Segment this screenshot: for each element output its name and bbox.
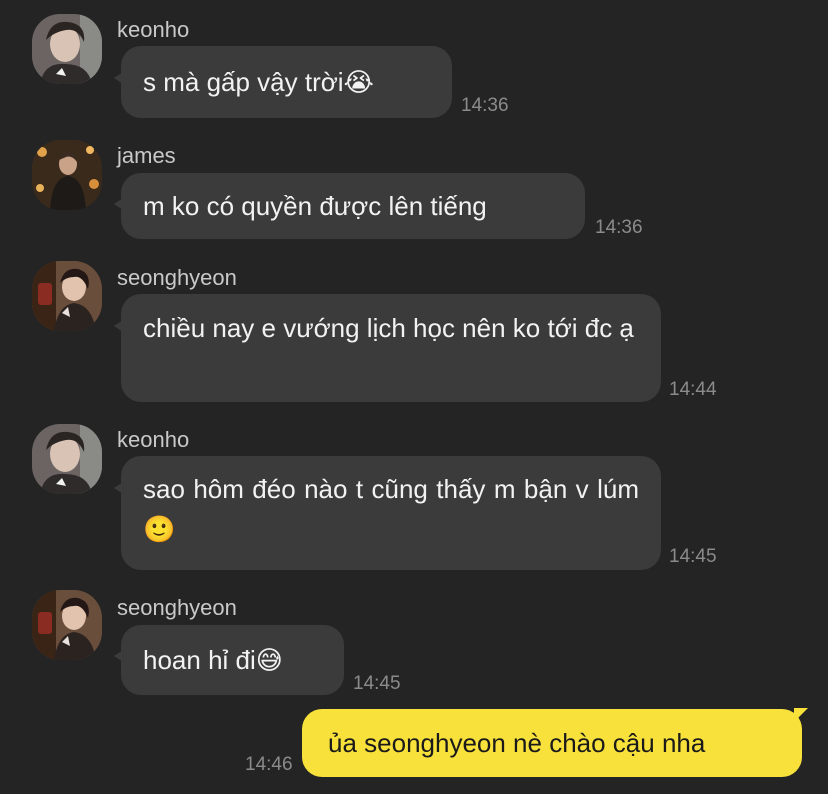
avatar-keonho[interactable]: [32, 14, 102, 84]
message-time: 14:44: [669, 379, 717, 400]
sender-name: seonghyeon: [117, 265, 237, 290]
my-message-bubble[interactable]: ủa seonghyeon nè chào cậu nha: [302, 709, 802, 777]
sender-name: james: [117, 143, 176, 168]
avatar-keonho[interactable]: [32, 424, 102, 494]
message-bubble[interactable]: s mà gấp vậy trời😭: [121, 46, 452, 118]
message-bubble[interactable]: sao hôm đéo nào t cũng thấy m bận v lúm🙂: [121, 456, 661, 570]
message-bubble[interactable]: hoan hỉ đi😅: [121, 625, 344, 695]
message-time: 14:45: [353, 673, 401, 694]
avatar-seonghyeon[interactable]: [32, 590, 102, 660]
message-bubble[interactable]: m ko có quyền được lên tiếng: [121, 173, 585, 239]
avatar-seonghyeon[interactable]: [32, 261, 102, 331]
sender-name: keonho: [117, 17, 190, 42]
sender-name: keonho: [117, 427, 190, 452]
message-time: 14:45: [669, 546, 717, 567]
message-time: 14:46: [245, 754, 293, 775]
avatar-james[interactable]: [32, 140, 102, 210]
message-time: 14:36: [461, 95, 509, 116]
message-bubble[interactable]: chiều nay e vướng lịch học nên ko tới đc…: [121, 294, 661, 402]
message-time: 14:36: [595, 217, 643, 238]
sender-name: seonghyeon: [117, 595, 237, 620]
